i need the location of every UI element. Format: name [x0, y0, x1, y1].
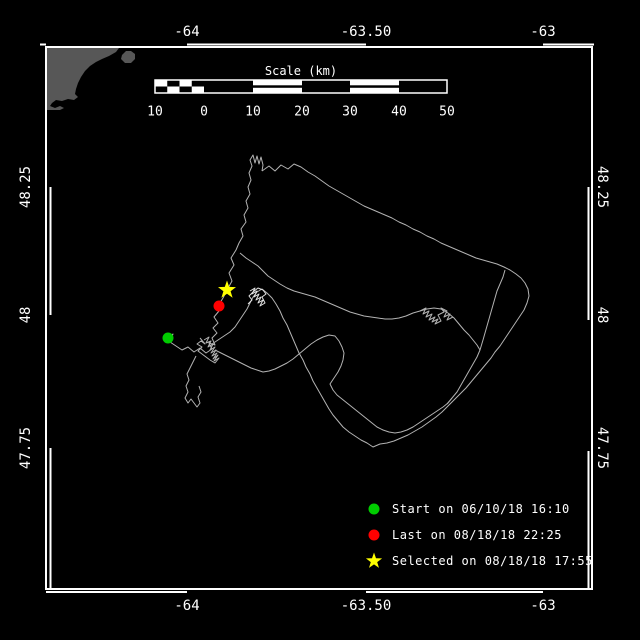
bottom-axis-label-64: -64	[174, 598, 200, 614]
last-marker-icon	[213, 300, 225, 312]
start-marker-icon	[162, 332, 174, 344]
scale-label-50: 50	[439, 104, 455, 120]
scale-bar-title: Scale (km)	[264, 64, 338, 78]
right-axis-label-4775: 47.75	[594, 426, 610, 470]
bottom-axis-label-6350: -63.50	[340, 598, 392, 614]
track-path	[167, 154, 530, 448]
legend-last-label: Last on 08/18/18 22:25	[392, 528, 562, 542]
top-axis-label-6350: -63.50	[340, 24, 392, 40]
scale-label-20: 20	[294, 104, 310, 120]
right-axis-label-4825: 48.25	[594, 165, 610, 209]
legend-selected-label: Selected on 08/18/18 17:55	[392, 554, 593, 568]
tracking-map-window: -64 -63.50 -63 -64 -63.50 -63 48.25 48 4…	[0, 0, 640, 640]
scale-label-10: 10	[245, 104, 261, 120]
left-axis-label-4775: 47.75	[18, 426, 34, 470]
left-axis-label-48: 48	[18, 306, 34, 324]
top-axis-label-63: -63	[530, 24, 556, 40]
map-canvas	[40, 43, 594, 593]
scale-label-10l: 10	[147, 104, 163, 120]
top-axis-label-64: -64	[174, 24, 200, 40]
legend-last-icon	[368, 529, 380, 541]
legend-start-label: Start on 06/10/18 16:10	[392, 502, 570, 516]
legend-start-icon	[368, 503, 380, 515]
bottom-axis-label-63: -63	[530, 598, 556, 614]
right-axis-label-48: 48	[594, 306, 610, 324]
scale-bar	[154, 79, 448, 94]
left-axis-label-4825: 48.25	[18, 165, 34, 209]
selected-marker-icon	[218, 280, 236, 298]
legend-selected-icon	[365, 552, 383, 568]
land-polygon	[46, 48, 135, 110]
scale-label-30: 30	[342, 104, 358, 120]
scale-label-40: 40	[391, 104, 407, 120]
scale-label-0: 0	[200, 104, 208, 120]
